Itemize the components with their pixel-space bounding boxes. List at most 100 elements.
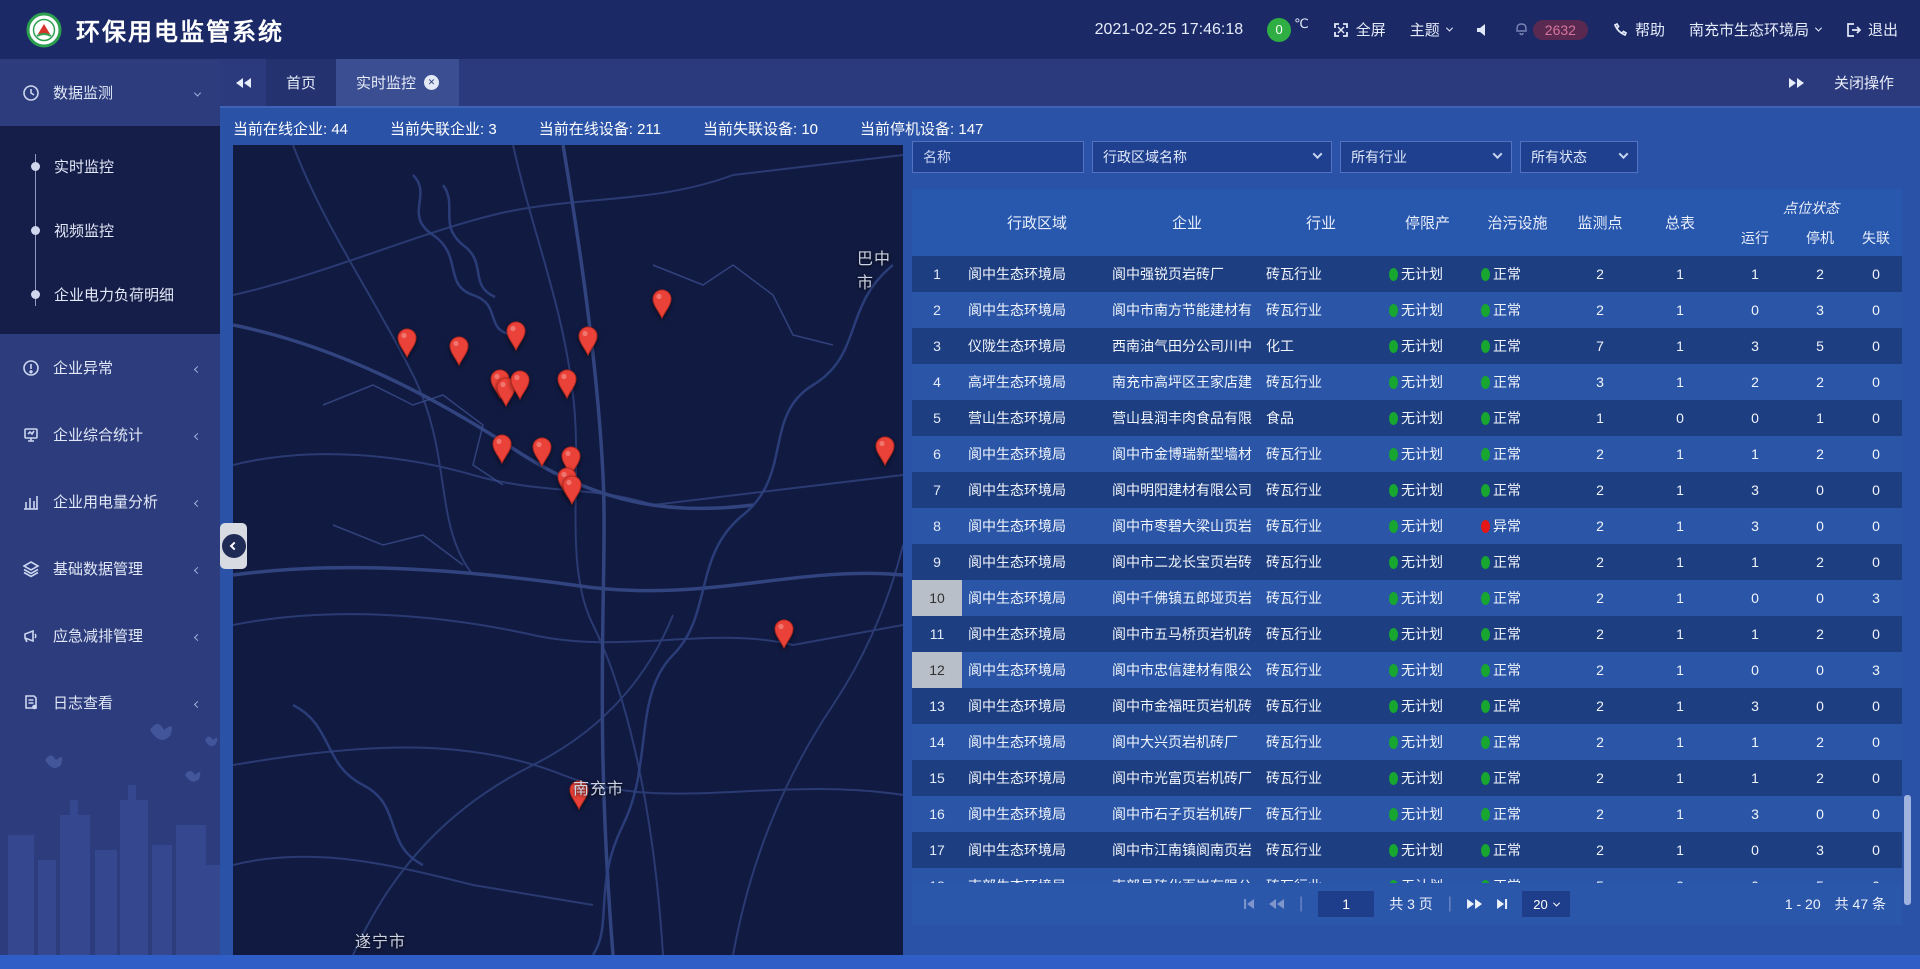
panel-collapse-handle[interactable]: [220, 523, 247, 569]
sub-column-header-0[interactable]: 运行: [1720, 228, 1790, 248]
row-points: 1: [1560, 410, 1640, 426]
column-header-5[interactable]: 监测点: [1560, 189, 1640, 256]
table-row[interactable]: 9阆中生态环境局阆中市二龙长宝页岩砖砖瓦行业无计划正常21120: [912, 544, 1902, 580]
table-row[interactable]: 2阆中生态环境局阆中市南方节能建材有砖瓦行业无计划正常21030: [912, 292, 1902, 328]
row-limit-label: 无计划: [1401, 336, 1443, 356]
table-row[interactable]: 11阆中生态环境局阆中市五马桥页岩机砖砖瓦行业无计划正常21120: [912, 616, 1902, 652]
row-run: 0: [1720, 302, 1790, 318]
tabs-scroll-left-button[interactable]: [220, 59, 266, 106]
map-marker-pin[interactable]: [396, 328, 418, 358]
column-header-4[interactable]: 治污设施: [1475, 189, 1560, 256]
sub-column-header-1[interactable]: 停机: [1790, 228, 1850, 248]
vertical-scrollbar[interactable]: [1904, 795, 1911, 905]
table-row[interactable]: 1阆中生态环境局阆中强锐页岩砖厂砖瓦行业无计划正常21120: [912, 256, 1902, 292]
sidebar-item-1[interactable]: 企业异常: [0, 334, 220, 401]
row-lost: 0: [1850, 734, 1902, 750]
row-meters: 1: [1640, 266, 1720, 282]
table-row[interactable]: 13阆中生态环境局阆中市金福旺页岩机砖砖瓦行业无计划正常21300: [912, 688, 1902, 724]
tab-realtime-monitor[interactable]: 实时监控 ✕: [336, 59, 459, 106]
prev-page-button[interactable]: [1269, 899, 1284, 909]
table-row[interactable]: 7阆中生态环境局阆中明阳建材有限公司砖瓦行业无计划正常21300: [912, 472, 1902, 508]
row-run: 0: [1720, 410, 1790, 426]
row-limit-label: 无计划: [1401, 876, 1443, 883]
page-number-input[interactable]: [1318, 891, 1374, 917]
theme-dropdown[interactable]: 主题: [1410, 19, 1452, 40]
tabs-scroll-right-button[interactable]: [1789, 78, 1804, 88]
sidebar-item-0[interactable]: 数据监测: [0, 59, 220, 126]
row-points: 2: [1560, 806, 1640, 822]
table-row[interactable]: 15阆中生态环境局阆中市光富页岩机砖厂砖瓦行业无计划正常21120: [912, 760, 1902, 796]
row-region: 阆中生态环境局: [962, 552, 1112, 572]
next-page-button[interactable]: [1467, 899, 1482, 909]
map-marker-pin[interactable]: [556, 369, 578, 399]
table-row[interactable]: 17阆中生态环境局阆中市江南镇阆南页岩砖瓦行业无计划正常21030: [912, 832, 1902, 868]
column-header-3[interactable]: 停限产: [1380, 189, 1475, 256]
chevron-left-icon: [195, 426, 200, 443]
map-marker-pin[interactable]: [491, 434, 513, 464]
map-marker-pin[interactable]: [577, 326, 599, 356]
first-page-button[interactable]: [1244, 899, 1254, 909]
notifications[interactable]: 2632: [1514, 20, 1588, 40]
announcement-toggle[interactable]: [1476, 23, 1490, 37]
column-header-0[interactable]: 行政区域: [962, 189, 1112, 256]
row-company: 阆中市光富页岩机砖厂: [1112, 768, 1262, 788]
fullscreen-button[interactable]: 全屏: [1333, 19, 1386, 40]
row-company: 阆中市江南镇阆南页岩: [1112, 840, 1262, 860]
table-row[interactable]: 8阆中生态环境局阆中市枣碧大梁山页岩砖瓦行业无计划异常21300: [912, 508, 1902, 544]
status-dot-icon: [1389, 844, 1398, 857]
table-row[interactable]: 18南部生态环境局南部县砖化页岩有限公砖瓦行业无计划正常50050: [912, 868, 1902, 883]
row-lost: 0: [1850, 266, 1902, 282]
map-marker-pin[interactable]: [561, 475, 583, 505]
row-meters: 1: [1640, 662, 1720, 678]
org-dropdown[interactable]: 南充市生态环境局: [1689, 19, 1821, 40]
row-limit-label: 无计划: [1401, 660, 1443, 680]
table-row[interactable]: 16阆中生态环境局阆中市石子页岩机砖厂砖瓦行业无计划正常21300: [912, 796, 1902, 832]
status-dot-icon: [1481, 376, 1490, 389]
status-select[interactable]: 所有状态: [1520, 141, 1638, 173]
sub-column-header-2[interactable]: 失联: [1850, 228, 1902, 248]
row-index: 14: [912, 724, 962, 760]
map-marker-pin[interactable]: [531, 437, 553, 467]
table-row[interactable]: 12阆中生态环境局阆中市忠信建材有限公砖瓦行业无计划正常21003: [912, 652, 1902, 688]
page-size-select[interactable]: 20: [1522, 891, 1570, 917]
map-marker-pin[interactable]: [448, 336, 470, 366]
table-row[interactable]: 4高坪生态环境局南充市高坪区王家店建砖瓦行业无计划正常31220: [912, 364, 1902, 400]
map-marker-pin[interactable]: [773, 619, 795, 649]
tab-close-icon[interactable]: ✕: [424, 75, 439, 90]
row-run: 1: [1720, 734, 1790, 750]
map-marker-pin[interactable]: [874, 436, 896, 466]
status-dot-icon: [1481, 448, 1490, 461]
column-header-1[interactable]: 企业: [1112, 189, 1262, 256]
sidebar-item-4[interactable]: 基础数据管理: [0, 535, 220, 602]
region-select[interactable]: 行政区域名称: [1092, 141, 1332, 173]
table-row[interactable]: 14阆中生态环境局阆中大兴页岩机砖厂砖瓦行业无计划正常21120: [912, 724, 1902, 760]
tab-home[interactable]: 首页: [266, 59, 336, 106]
sidebar-item-2[interactable]: 企业综合统计: [0, 401, 220, 468]
map-marker-pin[interactable]: [651, 289, 673, 319]
sidebar-item-5[interactable]: 应急减排管理: [0, 602, 220, 669]
last-page-button[interactable]: [1497, 899, 1507, 909]
row-industry: 砖瓦行业: [1262, 840, 1380, 860]
help-button[interactable]: 帮助: [1612, 19, 1665, 40]
row-facility-status: 正常: [1475, 408, 1560, 428]
column-header-6[interactable]: 总表: [1640, 189, 1720, 256]
map-marker-pin[interactable]: [509, 370, 531, 400]
table-row[interactable]: 10阆中生态环境局阆中千佛镇五郎垭页岩砖瓦行业无计划正常21003: [912, 580, 1902, 616]
sidebar-subitem-1[interactable]: 视频监控: [0, 198, 220, 262]
table-row[interactable]: 6阆中生态环境局阆中市金博瑞新型墙材砖瓦行业无计划正常21120: [912, 436, 1902, 472]
sidebar-subitem-0[interactable]: 实时监控: [0, 134, 220, 198]
table-row[interactable]: 5营山生态环境局营山县润丰肉食品有限食品无计划正常10010: [912, 400, 1902, 436]
sidebar-item-3[interactable]: 企业用电量分析: [0, 468, 220, 535]
close-operations-dropdown[interactable]: 关闭操作: [1834, 72, 1894, 93]
sidebar-subitem-2[interactable]: 企业电力负荷明细: [0, 262, 220, 326]
map-marker-pin[interactable]: [505, 321, 527, 351]
industry-select[interactable]: 所有行业: [1340, 141, 1512, 173]
row-limit-status: 无计划: [1380, 264, 1475, 284]
column-header-2[interactable]: 行业: [1262, 189, 1380, 256]
row-limit-status: 无计划: [1380, 552, 1475, 572]
table-row[interactable]: 3仪陇生态环境局西南油气田分公司川中化工无计划正常71350: [912, 328, 1902, 364]
logout-button[interactable]: 退出: [1845, 19, 1898, 40]
layers-icon: [22, 560, 40, 578]
name-search-input[interactable]: [912, 141, 1084, 173]
map-panel[interactable]: 巴中市南充市遂宁市: [233, 145, 903, 955]
